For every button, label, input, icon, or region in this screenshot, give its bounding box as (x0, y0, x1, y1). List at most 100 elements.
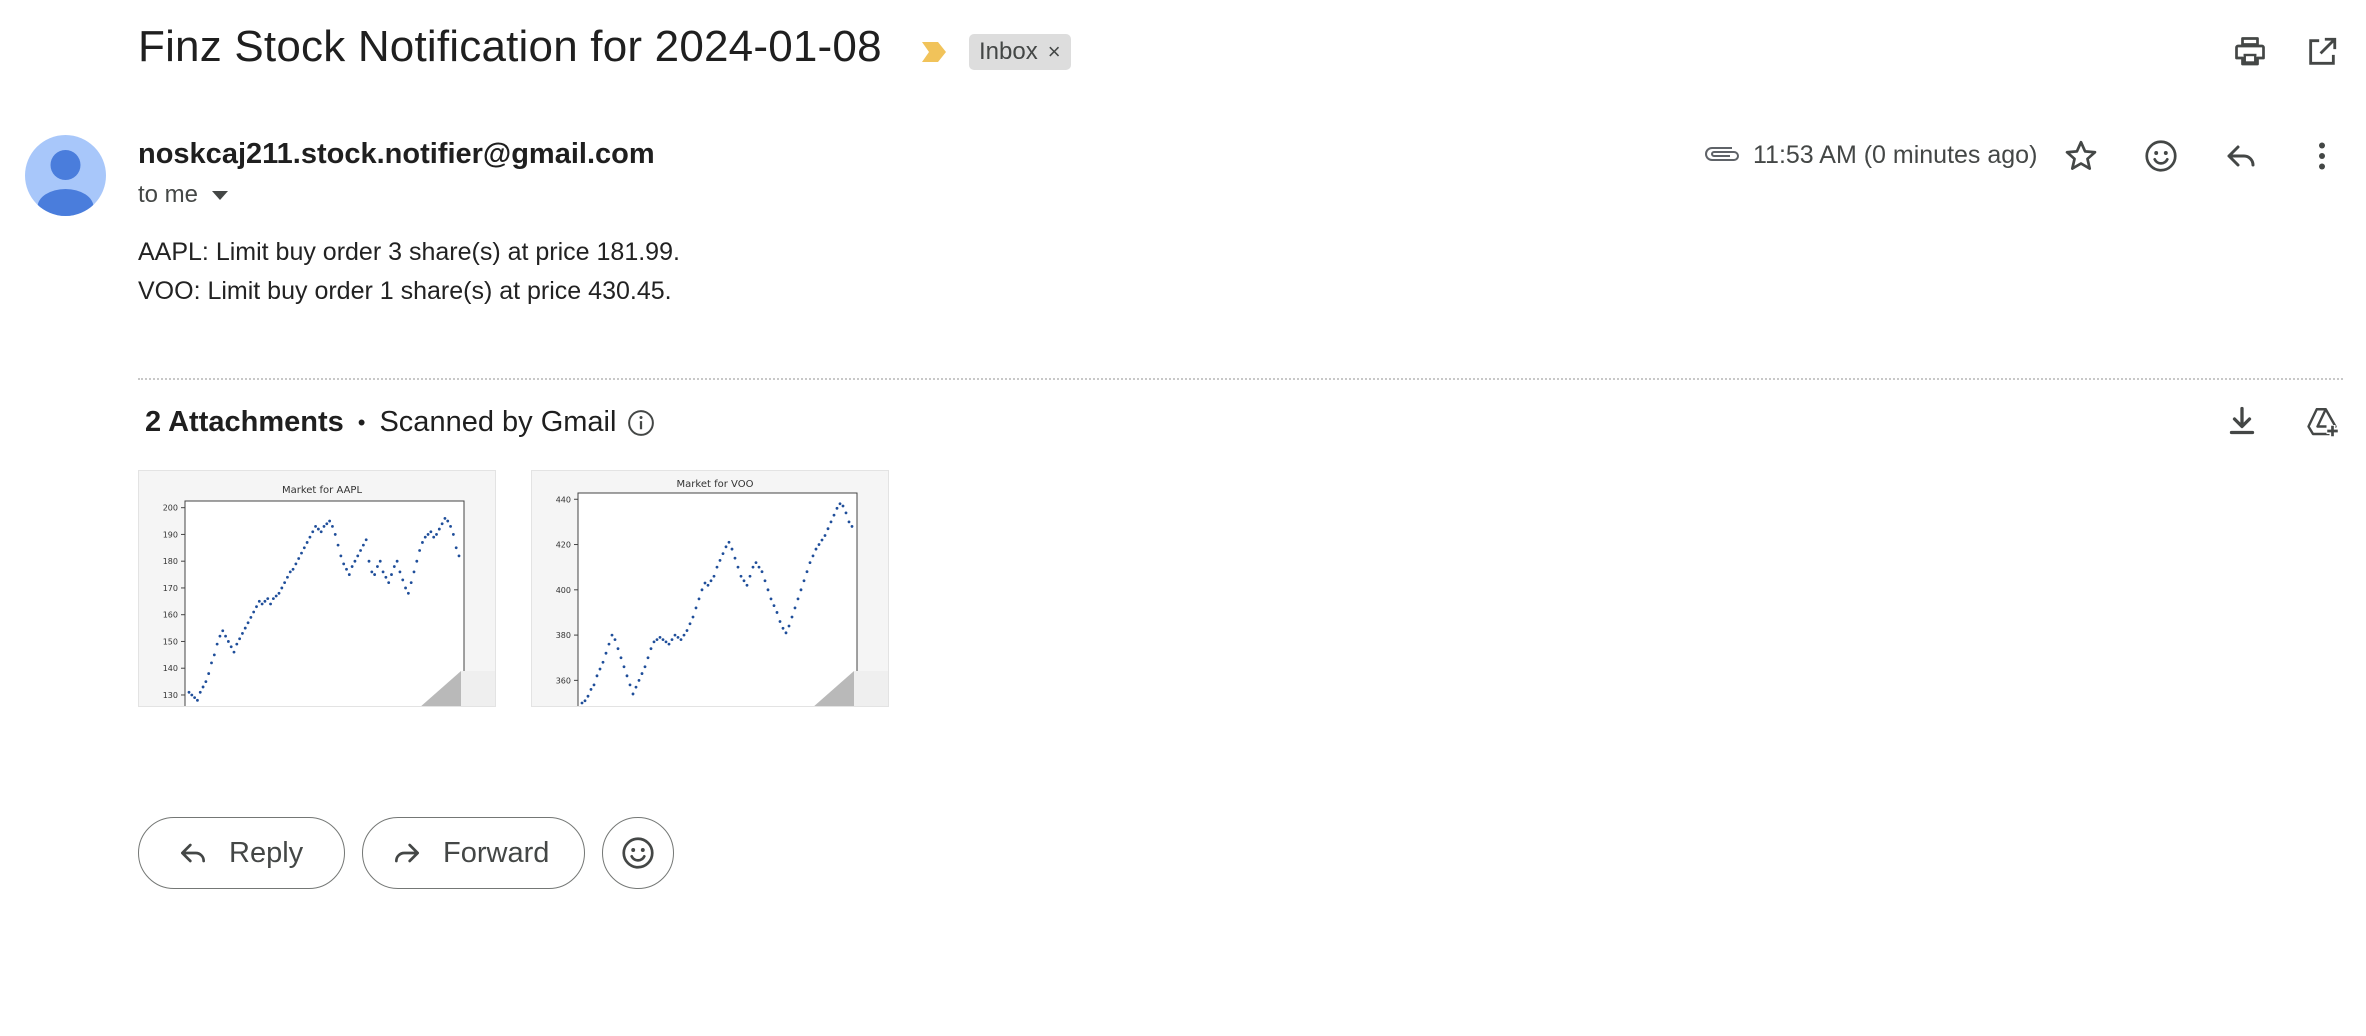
data-point (291, 567, 295, 571)
data-point (224, 634, 227, 638)
add-to-drive-button[interactable] (2298, 398, 2346, 446)
open-in-new-window-button[interactable] (2298, 28, 2346, 76)
data-point (802, 579, 806, 583)
reply-icon (2227, 145, 2255, 167)
data-point (697, 597, 701, 601)
data-point (811, 554, 815, 558)
data-point (421, 541, 424, 544)
data-point (221, 629, 225, 633)
data-point (589, 688, 593, 691)
download-all-button[interactable] (2218, 398, 2266, 446)
data-point (778, 620, 782, 623)
data-point (580, 701, 584, 705)
data-point (249, 615, 253, 619)
data-point (685, 629, 689, 632)
data-point (457, 554, 461, 558)
forward-button[interactable]: Forward (362, 817, 585, 889)
download-icon (2229, 406, 2255, 435)
data-point (649, 647, 653, 651)
attachments-count: 2 Attachments (145, 406, 344, 438)
data-point (314, 525, 317, 528)
recipient-details-toggle[interactable]: to me (138, 181, 229, 209)
more-options-button[interactable] (2298, 132, 2346, 180)
data-point (359, 549, 362, 552)
remove-label-button[interactable]: × (1048, 39, 1061, 65)
data-point (280, 586, 284, 590)
data-point (196, 698, 199, 702)
data-point (415, 559, 419, 563)
data-point (712, 574, 716, 578)
data-point (799, 588, 803, 592)
data-point (721, 552, 725, 555)
data-point (715, 565, 719, 569)
sender-email[interactable]: noskcaj211.stock.notifier@gmail.com (138, 138, 655, 171)
data-point (212, 653, 216, 657)
email-subject: Finz Stock Notification for 2024-01-08 (138, 22, 882, 71)
y-tick-label: 160 (163, 611, 178, 620)
email-timestamp: 11:53 AM (0 minutes ago) (1753, 141, 2038, 169)
data-point (429, 530, 433, 534)
data-point (667, 642, 671, 646)
separator-dot: • (357, 409, 366, 435)
data-point (664, 640, 668, 644)
data-point (370, 570, 374, 574)
data-point (688, 622, 692, 626)
chart-title: Market for VOO (677, 479, 754, 490)
emoji-reaction-button[interactable] (602, 817, 674, 889)
data-point (235, 642, 239, 646)
data-point (300, 551, 303, 555)
data-point (700, 588, 704, 592)
data-point (850, 525, 854, 528)
data-point (805, 570, 809, 574)
data-point (378, 559, 382, 563)
data-point (353, 559, 357, 563)
reply-icon (181, 843, 205, 863)
add-reaction-button[interactable] (2137, 132, 2185, 180)
importance-marker-icon[interactable] (920, 40, 948, 64)
data-point (406, 591, 410, 595)
data-point (283, 581, 287, 584)
data-point (823, 534, 827, 537)
data-point (637, 678, 641, 682)
data-point (319, 530, 323, 534)
data-point (241, 632, 244, 635)
print-button[interactable] (2226, 28, 2274, 76)
data-point (238, 637, 242, 641)
scan-label: Scanned by Gmail (379, 406, 617, 438)
data-point (201, 685, 205, 689)
data-point (832, 513, 836, 517)
y-tick-label: 360 (556, 676, 571, 685)
reply-icon-button[interactable] (2217, 132, 2265, 180)
data-point (229, 645, 233, 649)
data-point (742, 579, 746, 583)
data-point (446, 519, 450, 523)
data-point (826, 527, 830, 531)
attachment-thumbnail-aapl[interactable]: Market for AAPL 130 140 150 160 170 180 190 200 (138, 470, 496, 707)
open-in-new-icon (2309, 37, 2337, 65)
forward-icon (395, 843, 419, 863)
data-point (787, 624, 791, 628)
data-point (727, 540, 731, 544)
data-point (232, 650, 236, 654)
data-point (658, 635, 662, 639)
data-point (226, 640, 230, 643)
star-button[interactable] (2057, 132, 2105, 180)
attachment-thumbnail-voo[interactable]: Market for VOO 360 380 400 420 440 (531, 470, 889, 707)
data-point (243, 626, 247, 630)
data-point (844, 511, 848, 515)
data-point (739, 574, 743, 578)
data-point (748, 574, 752, 578)
data-point (325, 522, 329, 526)
data-point (384, 575, 388, 579)
sender-avatar[interactable] (25, 135, 106, 216)
reply-button[interactable]: Reply (138, 817, 345, 889)
data-point (814, 547, 818, 551)
info-icon[interactable] (626, 408, 656, 438)
y-tick-label: 180 (163, 557, 178, 566)
data-point (829, 520, 833, 524)
data-point (598, 667, 602, 671)
data-point (266, 597, 270, 601)
data-point (820, 538, 824, 542)
emoji-icon (2145, 140, 2177, 172)
data-point (367, 559, 371, 563)
